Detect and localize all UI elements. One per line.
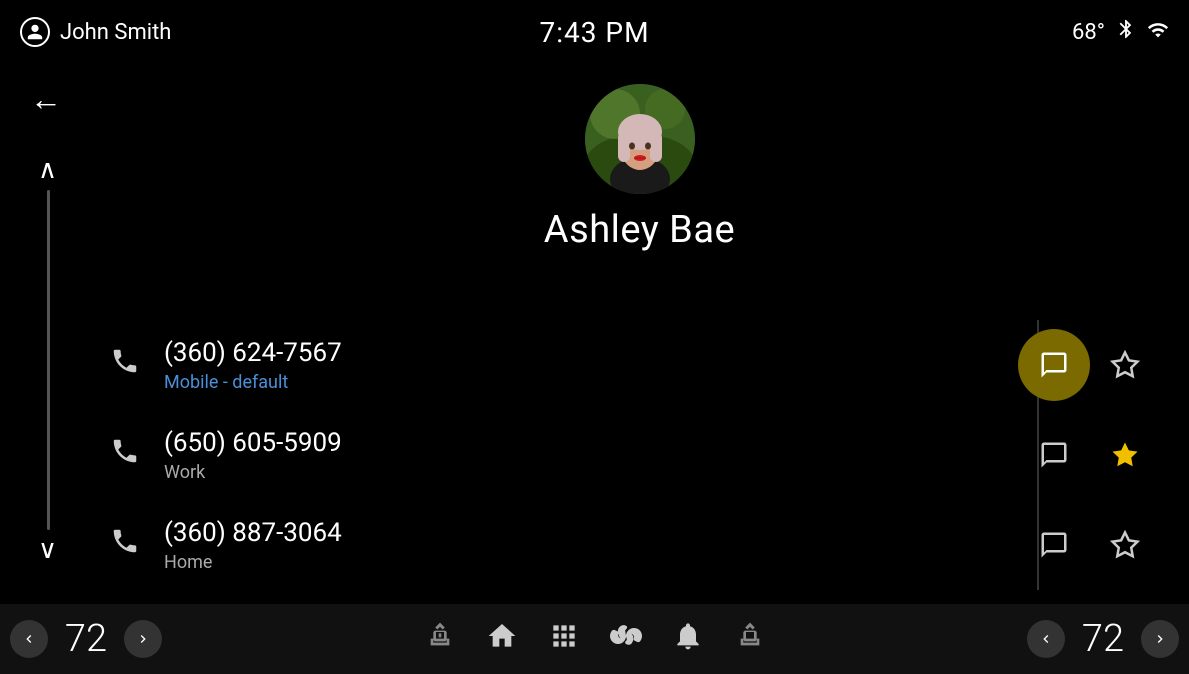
phone-icon-2 [110,436,140,474]
phone-entry-1[interactable]: (360) 624-7567 Mobile - default [90,320,989,410]
back-button[interactable]: ← [30,80,62,118]
actions-column [989,320,1179,590]
phone-label-2: Work [164,462,342,483]
phone-details-2: (650) 605-5909 Work [164,428,342,483]
bottom-center-icons [424,620,766,659]
status-left: John Smith [20,17,171,47]
fan-icon[interactable] [610,620,642,659]
right-temp-increase[interactable] [1141,620,1179,658]
phone-icon-3 [110,526,140,564]
phone-details-3: (360) 887-3064 Home [164,518,342,573]
status-right: 68° [1072,18,1169,46]
phone-number-3: (360) 887-3064 [164,518,342,548]
phone-details-1: (360) 624-7567 Mobile - default [164,338,342,393]
phone-number-2: (650) 605-5909 [164,428,342,458]
left-temp-control: 72 [10,617,162,661]
contact-avatar [585,84,695,194]
favorite-button-2[interactable] [1100,430,1150,480]
phone-number-1: (360) 624-7567 [164,338,342,368]
avatar-image [585,84,695,194]
phone-icon-1 [110,346,140,384]
user-name: John Smith [60,20,171,45]
apps-icon[interactable] [548,620,580,659]
left-temp-decrease[interactable] [10,620,48,658]
contact-section: Ashley Bae [90,64,1189,252]
status-bar: John Smith 7:43 PM 68° [0,0,1189,64]
phone-entry-3[interactable]: (360) 887-3064 Home [90,500,989,590]
action-row-2 [989,410,1179,500]
scroll-down-button[interactable]: ∨ [38,535,57,565]
scroll-indicator [47,190,50,530]
action-row-1 [989,320,1179,410]
notification-icon[interactable] [672,620,704,659]
phone-label-1: Mobile - default [164,372,342,393]
favorite-button-1[interactable] [1100,340,1150,390]
signal-icon [1147,19,1169,46]
scroll-up-button[interactable]: ∧ [38,155,57,185]
contact-name: Ashley Bae [544,208,735,252]
phone-entry-2[interactable]: (650) 605-5909 Work [90,410,989,500]
phone-label-3: Home [164,552,342,573]
left-temp-increase[interactable] [124,620,162,658]
phone-list: (360) 624-7567 Mobile - default (650) 60… [90,320,989,590]
user-icon [20,17,50,47]
right-temp-control: 72 [1027,617,1179,661]
left-temp-value: 72 [56,617,116,661]
favorite-button-3[interactable] [1100,520,1150,570]
seat-heat-right-icon[interactable] [734,620,766,659]
status-time: 7:43 PM [539,16,649,49]
home-icon[interactable] [486,620,518,659]
bluetooth-icon [1115,18,1137,46]
message-button-1[interactable] [1018,329,1090,401]
action-row-3 [989,500,1179,590]
right-temp-decrease[interactable] [1027,620,1065,658]
right-temp-value: 72 [1073,617,1133,661]
message-button-3[interactable] [1018,509,1090,581]
temperature-display: 68° [1072,20,1105,45]
message-button-2[interactable] [1018,419,1090,491]
bottom-bar: 72 [0,604,1189,674]
seat-heat-left-icon[interactable] [424,620,456,659]
